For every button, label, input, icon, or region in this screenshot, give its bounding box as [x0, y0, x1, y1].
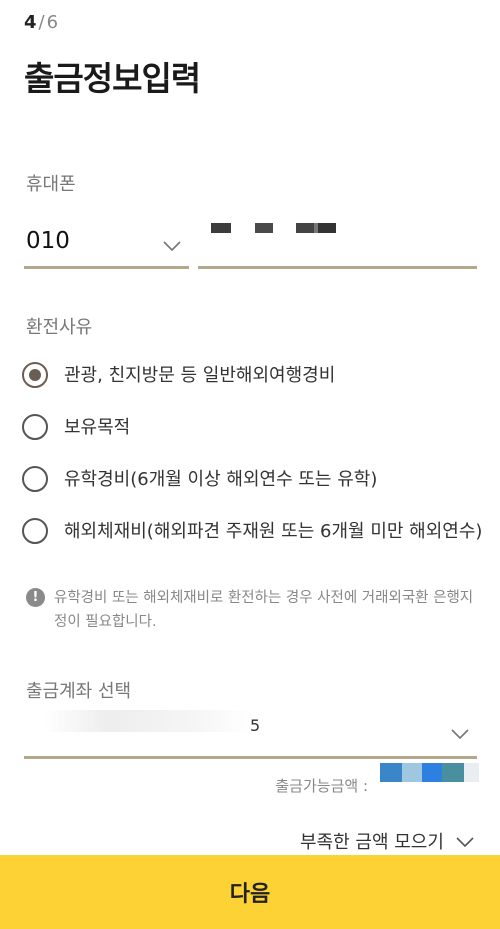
radio-button-selected[interactable]	[22, 362, 48, 388]
mask-block	[464, 763, 479, 782]
info-icon: !	[26, 588, 45, 607]
notice: ! 유학경비 또는 해외체재비로 환전하는 경우 사전에 거래외국환 은행지정이…	[26, 586, 474, 634]
masked-account-number	[44, 710, 254, 732]
mask-block	[442, 763, 464, 782]
radio-button[interactable]	[22, 414, 48, 440]
step-total: 6	[46, 12, 59, 33]
phone-prefix-select[interactable]: 010	[24, 212, 189, 269]
radio-button[interactable]	[22, 466, 48, 492]
account-select[interactable]: 5	[24, 700, 477, 759]
chevron-down-icon	[451, 724, 469, 743]
reason-option-label: 보유목적	[64, 417, 131, 438]
notice-text: 유학경비 또는 해외체재비로 환전하는 경우 사전에 거래외국환 은행지정이 필…	[54, 590, 474, 630]
phone-prefix-value: 010	[26, 228, 70, 254]
mask-block	[402, 763, 422, 782]
mask-block	[422, 763, 442, 782]
radio-button[interactable]	[22, 518, 48, 544]
mask-block	[380, 763, 402, 782]
masked-amount	[380, 763, 480, 782]
step-indicator: 4/6	[24, 12, 58, 33]
step-current: 4	[24, 12, 37, 33]
chevron-down-icon	[163, 236, 181, 255]
reason-label: 환전사유	[26, 317, 93, 338]
chevron-down-icon	[456, 832, 474, 851]
masked-digits	[255, 223, 273, 233]
available-amount-label: 출금가능금액 :	[275, 777, 368, 795]
page-title: 출금정보입력	[24, 59, 201, 98]
phone-number-field[interactable]	[198, 212, 477, 269]
masked-digits	[211, 223, 231, 233]
reason-option-label: 유학경비(6개월 이상 해외연수 또는 유학)	[64, 469, 378, 490]
reason-option-stay[interactable]: 해외체재비(해외파견 주재원 또는 6개월 미만 해외연수)	[22, 518, 484, 546]
phone-label: 휴대폰	[26, 174, 76, 195]
reason-option-study[interactable]: 유학경비(6개월 이상 해외연수 또는 유학)	[22, 466, 484, 494]
next-button[interactable]: 다음	[0, 855, 500, 929]
account-value-tail: 5	[250, 716, 261, 735]
collect-shortfall-toggle[interactable]: 부족한 금액 모으기	[300, 828, 474, 854]
reason-option-holding[interactable]: 보유목적	[22, 414, 484, 442]
reason-option-label: 관광, 친지방문 등 일반해외여행경비	[64, 365, 336, 386]
reason-option-travel[interactable]: 관광, 친지방문 등 일반해외여행경비	[22, 362, 484, 390]
collect-shortfall-label: 부족한 금액 모으기	[300, 832, 444, 853]
masked-digits	[296, 223, 336, 233]
step-separator: /	[38, 12, 45, 33]
reason-option-label: 해외체재비(해외파견 주재원 또는 6개월 미만 해외연수)	[64, 521, 483, 542]
